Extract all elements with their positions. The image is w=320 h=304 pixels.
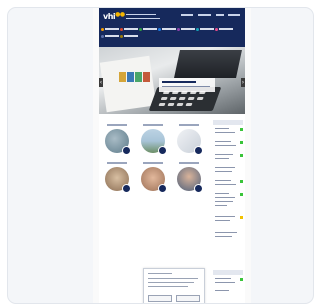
menu-bullet-icon [120, 34, 123, 38]
service-tile[interactable] [139, 162, 167, 196]
top-nav-item[interactable] [198, 14, 211, 16]
news-item[interactable] [215, 236, 232, 237]
news-item[interactable] [215, 193, 229, 194]
cookie-title [148, 273, 172, 274]
news-item[interactable] [215, 145, 236, 146]
service-tile[interactable] [103, 124, 131, 158]
logo-text: vhi [103, 12, 116, 21]
news-item[interactable] [215, 171, 232, 172]
tile-go-button[interactable] [194, 184, 203, 193]
menu-bullet-icon [158, 27, 161, 31]
news-item[interactable] [215, 184, 236, 185]
status-dot-icon [240, 180, 243, 183]
slider-prev-arrow[interactable]: ‹ [99, 78, 103, 87]
tile-title [107, 124, 127, 126]
news-item[interactable] [215, 232, 237, 233]
sidebar-header [213, 270, 243, 275]
menu-bullet-icon [139, 27, 142, 31]
news-item[interactable] [215, 180, 231, 181]
news-item[interactable] [215, 141, 231, 142]
website-thumbnail[interactable]: vhi●● ‹ › [93, 8, 251, 303]
status-dot-icon [240, 128, 243, 131]
tile-title [179, 124, 199, 126]
news-item[interactable] [215, 278, 231, 279]
menu-item[interactable] [215, 27, 233, 31]
tile-go-button[interactable] [194, 146, 203, 155]
menu-item[interactable] [120, 27, 138, 31]
news-item[interactable] [215, 201, 233, 202]
tile-go-button[interactable] [158, 146, 167, 155]
news-item[interactable] [215, 216, 235, 217]
menu-item[interactable] [196, 27, 214, 31]
slide-caption[interactable] [159, 78, 215, 92]
tile-title [143, 124, 163, 126]
service-tile[interactable] [103, 162, 131, 196]
hero-slider: ‹ › [99, 47, 245, 114]
news-item[interactable] [215, 158, 229, 159]
news-item[interactable] [215, 128, 229, 129]
laptop-image [174, 50, 242, 78]
status-dot-icon [240, 216, 243, 219]
book-covers [119, 72, 150, 82]
slide-subtitle [162, 86, 210, 87]
brand-name [126, 18, 160, 19]
top-nav-item[interactable] [216, 14, 224, 16]
news-item[interactable] [215, 167, 235, 168]
brand-tagline [126, 14, 156, 15]
status-dot-icon [240, 193, 243, 196]
menu-item[interactable] [177, 27, 195, 31]
menu-bullet-icon [177, 27, 180, 31]
service-tile[interactable] [175, 162, 203, 196]
menu-item[interactable] [101, 34, 119, 38]
cookie-text [148, 286, 188, 287]
news-item[interactable] [215, 205, 227, 206]
main-content [99, 114, 245, 303]
cookie-banner [143, 268, 205, 303]
tile-title [143, 162, 163, 164]
status-dot-icon [240, 278, 243, 281]
menu-bullet-icon [120, 27, 123, 31]
menu-bullet-icon [101, 34, 104, 38]
slide-title [162, 81, 196, 83]
news-sidebar [213, 120, 243, 300]
tile-title [107, 162, 127, 164]
sidebar-header [213, 120, 243, 125]
tile-go-button[interactable] [122, 184, 131, 193]
status-dot-icon [240, 141, 243, 144]
slider-next-arrow[interactable]: › [241, 78, 245, 87]
menu-bullet-icon [196, 27, 199, 31]
menu-item[interactable] [139, 27, 157, 31]
paper-document [99, 55, 157, 113]
news-item[interactable] [215, 220, 230, 221]
status-dot-icon [240, 154, 243, 157]
service-tile[interactable] [139, 124, 167, 158]
tile-go-button[interactable] [158, 184, 167, 193]
news-item[interactable] [215, 290, 229, 291]
service-tile[interactable] [175, 124, 203, 158]
tile-go-button[interactable] [122, 146, 131, 155]
menu-bullet-icon [101, 27, 104, 31]
cookie-settings-button[interactable] [148, 295, 172, 302]
main-menu [99, 23, 245, 43]
logo-dots-icon: ●● [115, 11, 125, 18]
menu-item[interactable] [101, 27, 119, 31]
cookie-accept-button[interactable] [176, 295, 200, 302]
news-item[interactable] [215, 282, 235, 283]
news-item[interactable] [215, 132, 235, 133]
top-nav-item[interactable] [228, 14, 240, 16]
news-item[interactable] [215, 154, 233, 155]
cookie-text [148, 282, 194, 283]
news-item[interactable] [215, 197, 235, 198]
screenshot-card: vhi●● ‹ › [7, 7, 314, 304]
menu-item[interactable] [158, 27, 176, 31]
top-nav-item[interactable] [181, 14, 193, 16]
site-logo[interactable]: vhi●● [103, 11, 125, 21]
tile-title [179, 162, 199, 164]
site-header: vhi●● [99, 8, 245, 47]
cookie-text [148, 278, 198, 279]
menu-bullet-icon [215, 27, 218, 31]
menu-item[interactable] [120, 34, 138, 38]
